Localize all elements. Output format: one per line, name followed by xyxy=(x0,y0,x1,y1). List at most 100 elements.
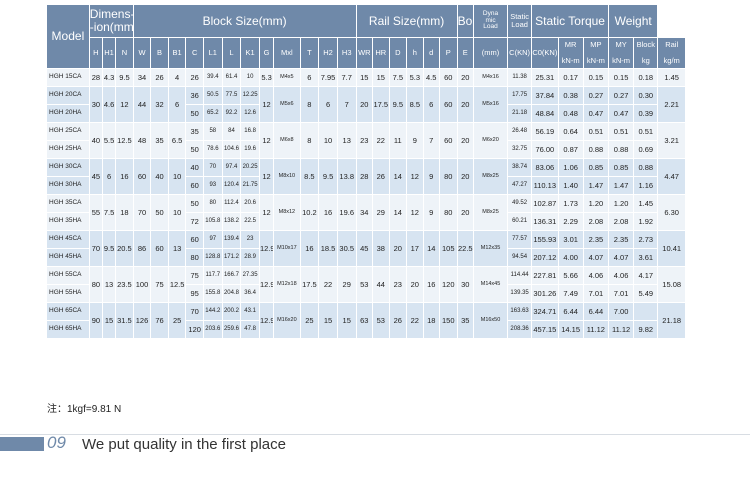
table-cell: 9.5 xyxy=(115,68,134,87)
table-cell: 35 xyxy=(456,302,475,339)
table-cell: 49.52 xyxy=(507,194,533,213)
table-cell: 0.64 xyxy=(557,122,584,141)
table-cell: 126 xyxy=(132,302,152,339)
model-cell: HGH 15CA xyxy=(46,68,90,87)
table-cell: 15 xyxy=(372,68,390,87)
table-cell: 14 xyxy=(422,230,440,267)
table-cell: 9.5 xyxy=(388,86,408,123)
table-cell: 7 xyxy=(422,122,440,159)
table-cell: 55 xyxy=(88,194,103,231)
table-cell: 18.5 xyxy=(318,230,338,267)
table-cell: M8x12 xyxy=(273,194,301,231)
header-row-top: Model Dimens- -ion(mm) Block Size(mm) Rai… xyxy=(46,4,686,69)
table-cell: 155.8 xyxy=(202,284,223,303)
table-cell: 112.4 xyxy=(221,194,242,213)
table-cell: 5.3 xyxy=(258,68,275,87)
table-cell: 17.75 xyxy=(507,86,533,105)
table-cell: 19.6 xyxy=(336,194,357,231)
table-cell: 26 xyxy=(388,302,408,339)
table-cell: 53 xyxy=(355,266,374,303)
table-cell: 12 xyxy=(406,158,424,195)
col-h3: H3 xyxy=(336,37,357,69)
table-cell: M12x35 xyxy=(473,230,509,267)
header-dynamic-load: Dyna mic Load xyxy=(473,4,509,38)
table-cell: 4.6 xyxy=(101,86,117,123)
table-cell: 53 xyxy=(372,302,390,339)
header-rail-size: Rail Size(mm) xyxy=(355,4,458,38)
table-cell: 17.5 xyxy=(299,266,320,303)
table-cell: 7.00 xyxy=(607,302,635,321)
table-cell: 3.01 xyxy=(557,230,584,249)
table-cell: 203.6 xyxy=(202,320,223,339)
table-cell: 75 xyxy=(185,266,204,285)
table-cell: 80 xyxy=(438,194,458,231)
table-cell: 13 xyxy=(167,230,187,267)
table-cell: 0.30 xyxy=(633,86,659,105)
table-cell: 6.30 xyxy=(657,194,686,231)
table-cell: 21.75 xyxy=(240,176,260,195)
table-cell: 0.27 xyxy=(607,86,635,105)
table-cell: 6 xyxy=(318,86,338,123)
col-my: MY kN-m xyxy=(607,37,635,69)
table-cell: 63 xyxy=(355,302,374,339)
table-cell: 20 xyxy=(406,266,424,303)
table-cell: 8.5 xyxy=(299,158,320,195)
table-cell: M6x8 xyxy=(273,122,301,159)
table-cell: 5.66 xyxy=(557,266,584,285)
model-cell: HGH 35HA xyxy=(46,212,90,231)
model-cell: HGH 30CA xyxy=(46,158,90,177)
table-cell: 80 xyxy=(185,248,204,267)
table-cell: 11.12 xyxy=(607,320,635,339)
table-cell: 60 xyxy=(438,122,458,159)
table-cell: 13 xyxy=(101,266,117,303)
table-cell: 4.17 xyxy=(633,266,659,285)
table-cell xyxy=(633,302,659,321)
col-t: T xyxy=(299,37,320,69)
table-cell: 32 xyxy=(150,86,169,123)
table-cell: 10.41 xyxy=(657,230,686,267)
table-cell: 139.4 xyxy=(221,230,242,249)
table-cell: M8x25 xyxy=(473,194,509,231)
table-cell: 0.88 xyxy=(582,140,609,159)
model-cell: HGH 20CA xyxy=(46,86,90,105)
table-cell: 60 xyxy=(438,86,458,123)
table-cell: 15 xyxy=(336,302,357,339)
table-cell: 105.8 xyxy=(202,212,223,231)
table-cell: 29 xyxy=(336,266,357,303)
col-c0-kn: C0(KN) xyxy=(531,37,559,69)
table-cell: 324.71 xyxy=(531,302,559,321)
table-cell: 0.17 xyxy=(557,68,584,87)
col-g: G xyxy=(258,37,275,69)
table-cell: 92.2 xyxy=(221,104,242,123)
table-cell: 120 xyxy=(438,266,458,303)
col-l1: L1 xyxy=(202,37,223,69)
table-row: HGH 65CA 90 15 31.5 126 76 25 70 144.2 200.2 43.1 1… xyxy=(46,302,686,339)
table-cell: 97.4 xyxy=(221,158,242,177)
spec-table: Model Dimens- -ion(mm) Block Size(mm) Rai… xyxy=(46,4,686,339)
table-cell: 20 xyxy=(456,68,475,87)
table-cell: 50 xyxy=(185,104,204,123)
table-cell: 76.00 xyxy=(531,140,559,159)
header-static-torque: Static Torque xyxy=(531,4,609,38)
section-number: 09 xyxy=(47,433,66,452)
table-cell: 12 xyxy=(115,86,134,123)
table-cell: 1.06 xyxy=(557,158,584,177)
model-cell: HGH 35CA xyxy=(46,194,90,213)
table-cell: 43.1 xyxy=(240,302,260,321)
table-cell: 117.7 xyxy=(202,266,223,285)
table-cell: 12.9 xyxy=(258,266,275,303)
table-cell: 38.74 xyxy=(507,158,533,177)
table-cell: 6 xyxy=(167,86,187,123)
table-cell: 120.4 xyxy=(221,176,242,195)
table-cell: 60 xyxy=(438,68,458,87)
table-cell: 25 xyxy=(299,302,320,339)
table-cell: 4.07 xyxy=(607,248,635,267)
table-cell: 102.87 xyxy=(531,194,559,213)
table-cell: 14.15 xyxy=(557,320,584,339)
table-cell: 23.5 xyxy=(115,266,134,303)
table-cell: 17 xyxy=(406,230,424,267)
table-cell: 50.5 xyxy=(202,86,223,105)
table-cell: 11.12 xyxy=(582,320,609,339)
table-cell: 0.27 xyxy=(582,86,609,105)
table-cell: 163.63 xyxy=(507,302,533,321)
